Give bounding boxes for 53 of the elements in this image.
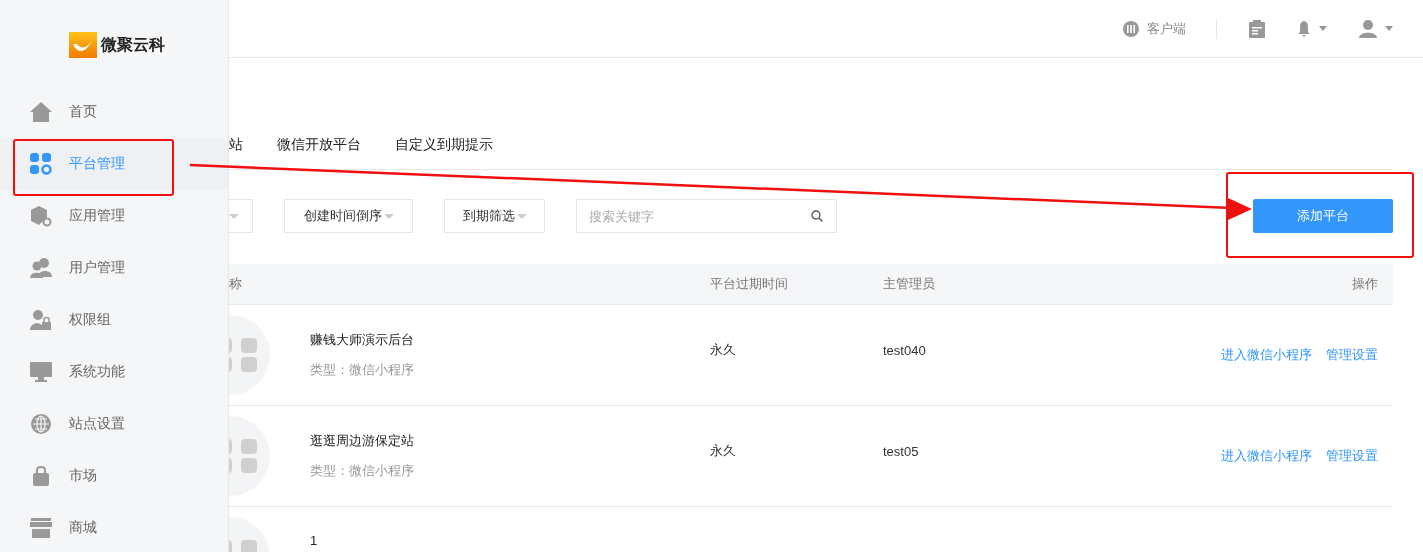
caret-icon [229, 213, 239, 219]
column-header: 主管理员 [883, 275, 936, 293]
grid-icon [30, 153, 52, 175]
tab[interactable]: 自定义到期提示 [395, 134, 493, 154]
client-link[interactable]: 客户端 [1147, 19, 1186, 38]
dropdown[interactable]: 创建时间倒序 [284, 199, 413, 233]
platform-name: 逛逛周边游保定站 [310, 432, 414, 450]
column-header: 操作 [1352, 275, 1378, 293]
sidebar-item[interactable]: 应用管理 [0, 190, 228, 242]
search-field[interactable]: 搜索关键字 [576, 199, 837, 233]
clipboard-icon[interactable] [1249, 19, 1265, 38]
caret-icon [1385, 26, 1393, 31]
action-link[interactable]: 管理设置 [1326, 346, 1378, 364]
tab[interactable]: 站 [229, 134, 243, 154]
platform-type: 类型：微信小程序 [310, 462, 414, 480]
users-icon [30, 257, 52, 279]
sidebar-item[interactable]: 权限组 [0, 294, 228, 346]
dropdown[interactable]: 到期筛选 [444, 199, 545, 233]
sidebar-item[interactable]: 系统功能 [0, 346, 228, 398]
home-icon [30, 101, 52, 123]
globe-icon [30, 413, 52, 435]
bell-icon[interactable] [1297, 20, 1311, 37]
action-link[interactable]: 进入微信小程序 [1221, 447, 1312, 465]
sidebar-item[interactable]: 市场 [0, 450, 228, 502]
caret-icon [1319, 26, 1327, 31]
caret-icon [383, 213, 394, 219]
add-platform-button[interactable]: 添加平台 [1253, 199, 1393, 233]
action-link[interactable]: 管理设置 [1326, 447, 1378, 465]
admin-cell-text: test05 [883, 443, 920, 459]
logo-text: 微聚云科 [101, 34, 165, 55]
admin-cell-text: test040 [883, 342, 927, 358]
column-header: 平台过期时间 [710, 275, 789, 293]
platform-name: 1 [310, 533, 318, 548]
sliders-icon [1123, 20, 1139, 37]
user-icon[interactable] [1359, 19, 1377, 38]
sidebar-item[interactable]: 商城 [0, 502, 228, 552]
sidebar-item[interactable]: 用户管理 [0, 242, 228, 294]
monitor-icon [30, 361, 52, 383]
search-icon [811, 210, 823, 222]
logo-icon [69, 32, 97, 58]
expiry-cell-text: 永久 [710, 341, 737, 359]
cube-icon [30, 205, 52, 227]
caret-icon [516, 213, 527, 219]
store-icon [30, 517, 52, 539]
platform-name: 赚钱大师演示后台 [310, 331, 414, 349]
sidebar-item[interactable]: 首页 [0, 86, 228, 138]
column-header: 称 [229, 275, 243, 293]
tab[interactable]: 微信开放平台 [277, 134, 361, 154]
user-lock-icon [30, 309, 52, 331]
expiry-cell-text: 永久 [710, 442, 737, 460]
sidebar-item[interactable]: 站点设置 [0, 398, 228, 450]
platform-type: 类型：微信小程序 [310, 361, 414, 379]
action-link[interactable]: 进入微信小程序 [1221, 346, 1312, 364]
